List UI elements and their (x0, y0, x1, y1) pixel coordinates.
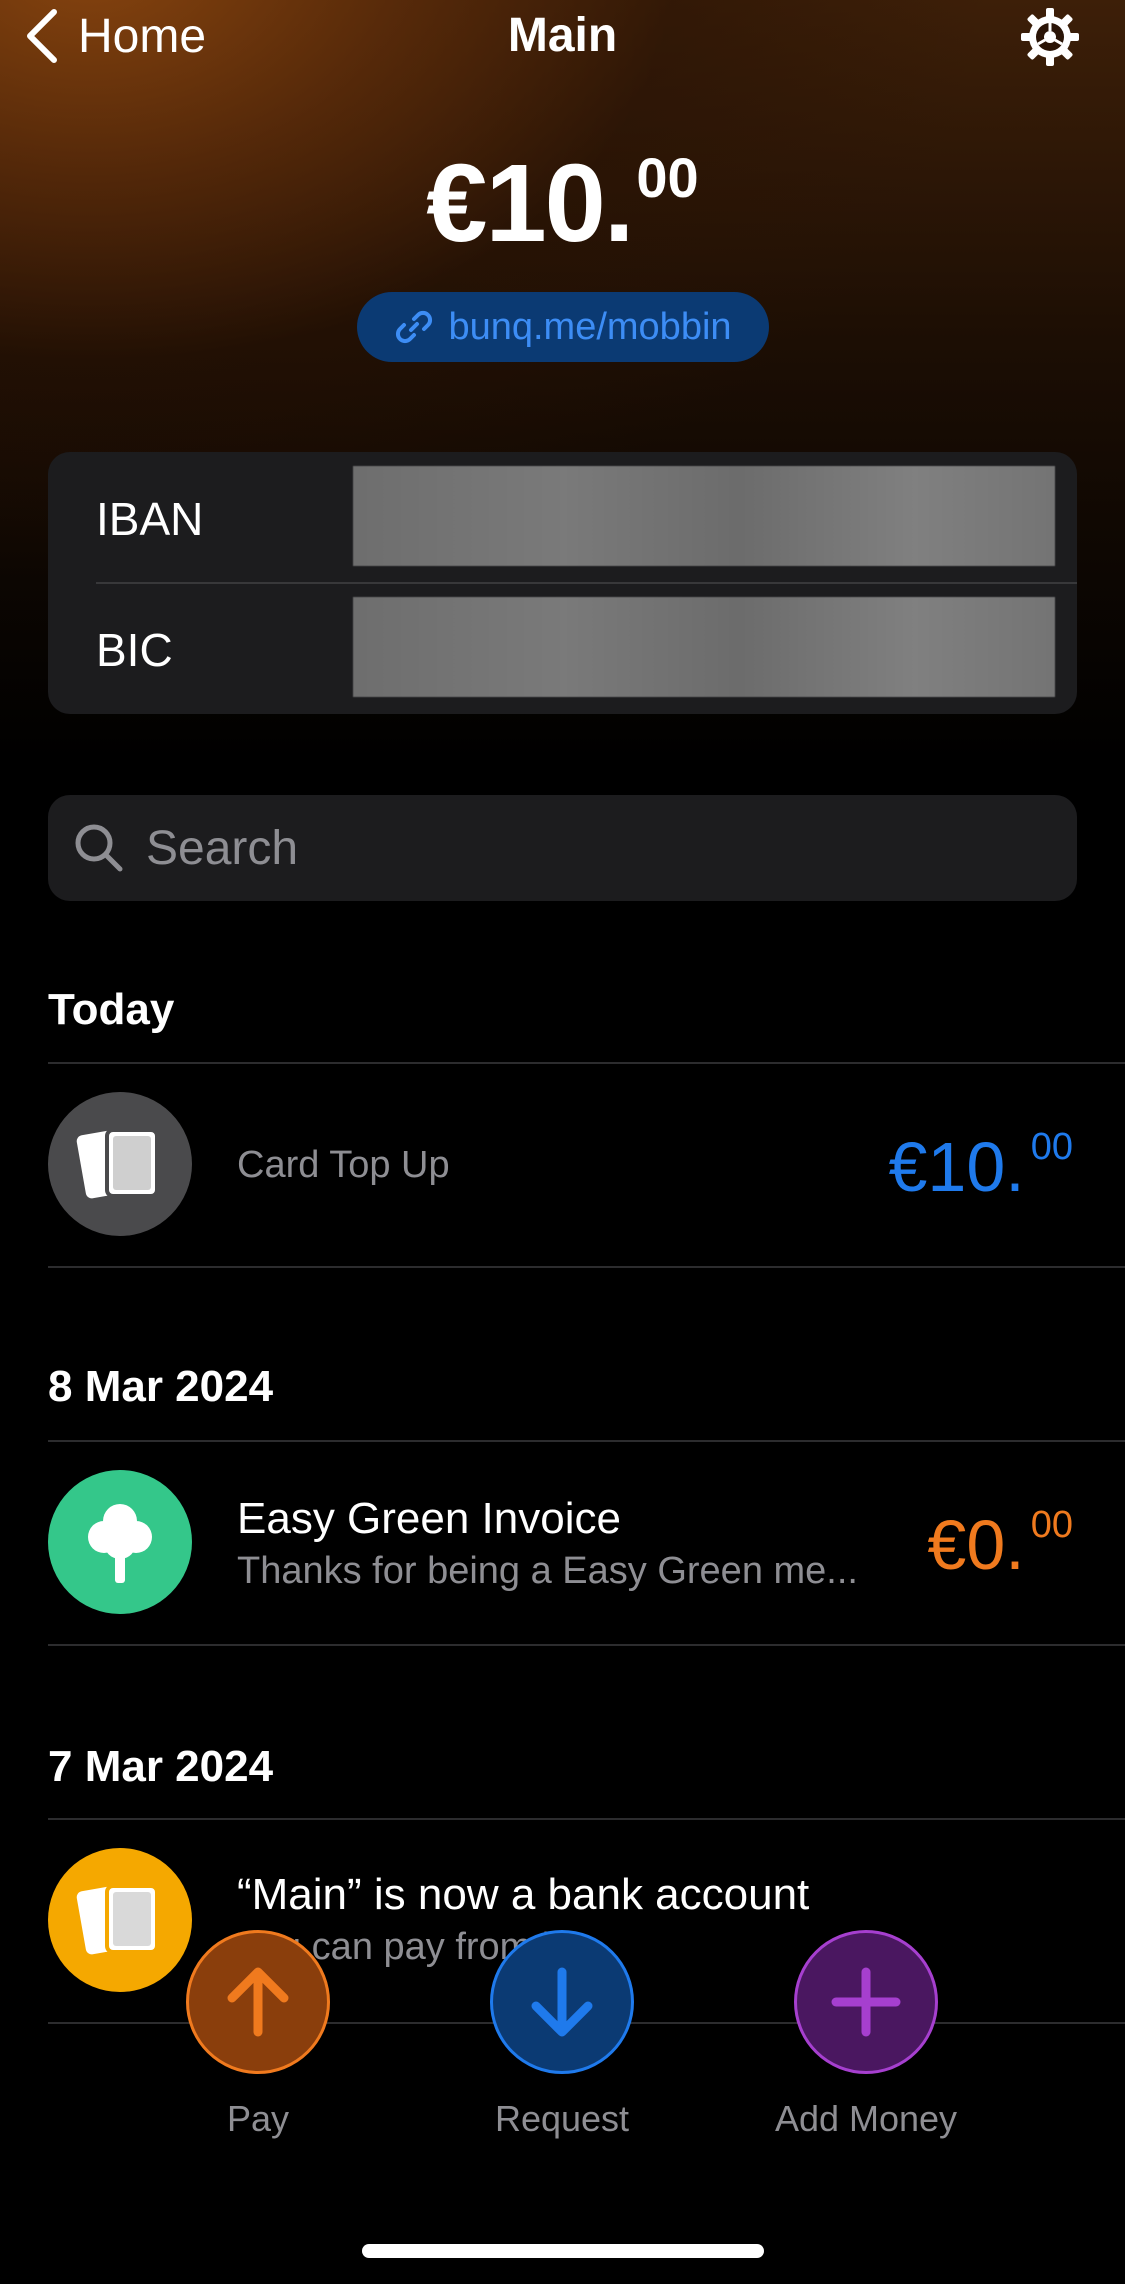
bic-label: BIC (96, 624, 173, 676)
arrow-down-icon (531, 1967, 593, 2037)
cards-icon (76, 1128, 159, 1199)
action-bar: Pay Request Add Money (0, 1930, 1125, 2150)
transaction-subtitle: Thanks for being a Easy Green me... (237, 1550, 858, 1592)
transaction-amount: €0. 00 (927, 1504, 1073, 1585)
tree-icon (88, 1504, 152, 1583)
search-input[interactable] (146, 820, 1026, 876)
add-money-label: Add Money (774, 2098, 958, 2139)
request-label: Request (494, 2098, 630, 2139)
iban-label: IBAN (96, 493, 204, 545)
transaction-subtitle: Card Top Up (237, 1144, 450, 1186)
add-money-circle (794, 1930, 938, 2074)
add-money-button[interactable]: Add Money (756, 1930, 976, 2140)
request-button[interactable]: Request (452, 1930, 672, 2140)
transaction-row[interactable]: Card Top Up €10. 00 (0, 1068, 1125, 1268)
balance-cents: 00 (636, 146, 699, 209)
bunq-me-link-label: bunq.me/mobbin (448, 305, 732, 348)
page-title: Main (507, 9, 618, 62)
amount-main: €0. (927, 1506, 1025, 1584)
transaction-title: “Main” is now a bank account (237, 1870, 810, 1919)
bic-value-redacted (353, 597, 1055, 697)
amount-cents: 00 (1030, 1504, 1073, 1546)
divider (48, 1644, 1125, 1646)
gear-icon[interactable] (1019, 6, 1081, 68)
pay-label: Pay (226, 2098, 290, 2139)
transaction-amount: €10. 00 (888, 1126, 1073, 1207)
link-icon (396, 310, 433, 344)
section-header-date: 7 Mar 2024 (48, 1742, 274, 1791)
iban-value-redacted (353, 466, 1055, 566)
arrow-up-icon (227, 1967, 289, 2037)
bic-row[interactable]: BIC (48, 583, 1077, 714)
iban-row[interactable]: IBAN (48, 452, 1077, 584)
transaction-title: Easy Green Invoice (237, 1494, 621, 1543)
divider (48, 1818, 1125, 1820)
divider (48, 1266, 1125, 1268)
transaction-avatar (48, 1092, 192, 1236)
pay-button[interactable]: Pay (148, 1930, 368, 2140)
divider (48, 1440, 1125, 1442)
search-bar[interactable] (48, 795, 1077, 901)
navigation-bar: Home Main (0, 0, 1125, 75)
section-header-date: 8 Mar 2024 (48, 1362, 274, 1411)
section-header-today: Today (48, 985, 175, 1034)
search-icon (75, 824, 123, 872)
amount-cents: 00 (1030, 1126, 1073, 1168)
account-balance: €10.00 (0, 140, 1125, 267)
bunq-me-link[interactable]: bunq.me/mobbin (357, 292, 769, 362)
amount-main: €10. (888, 1128, 1025, 1206)
plus-icon (831, 1967, 901, 2037)
home-indicator (362, 2244, 764, 2258)
transaction-avatar (48, 1470, 192, 1614)
divider (48, 1062, 1125, 1064)
balance-main: €10. (426, 142, 634, 265)
request-circle (490, 1930, 634, 2074)
pay-circle (186, 1930, 330, 2074)
bank-details-card: IBAN BIC (48, 452, 1077, 714)
transaction-row[interactable]: Easy Green Invoice Thanks for being a Ea… (0, 1446, 1125, 1646)
